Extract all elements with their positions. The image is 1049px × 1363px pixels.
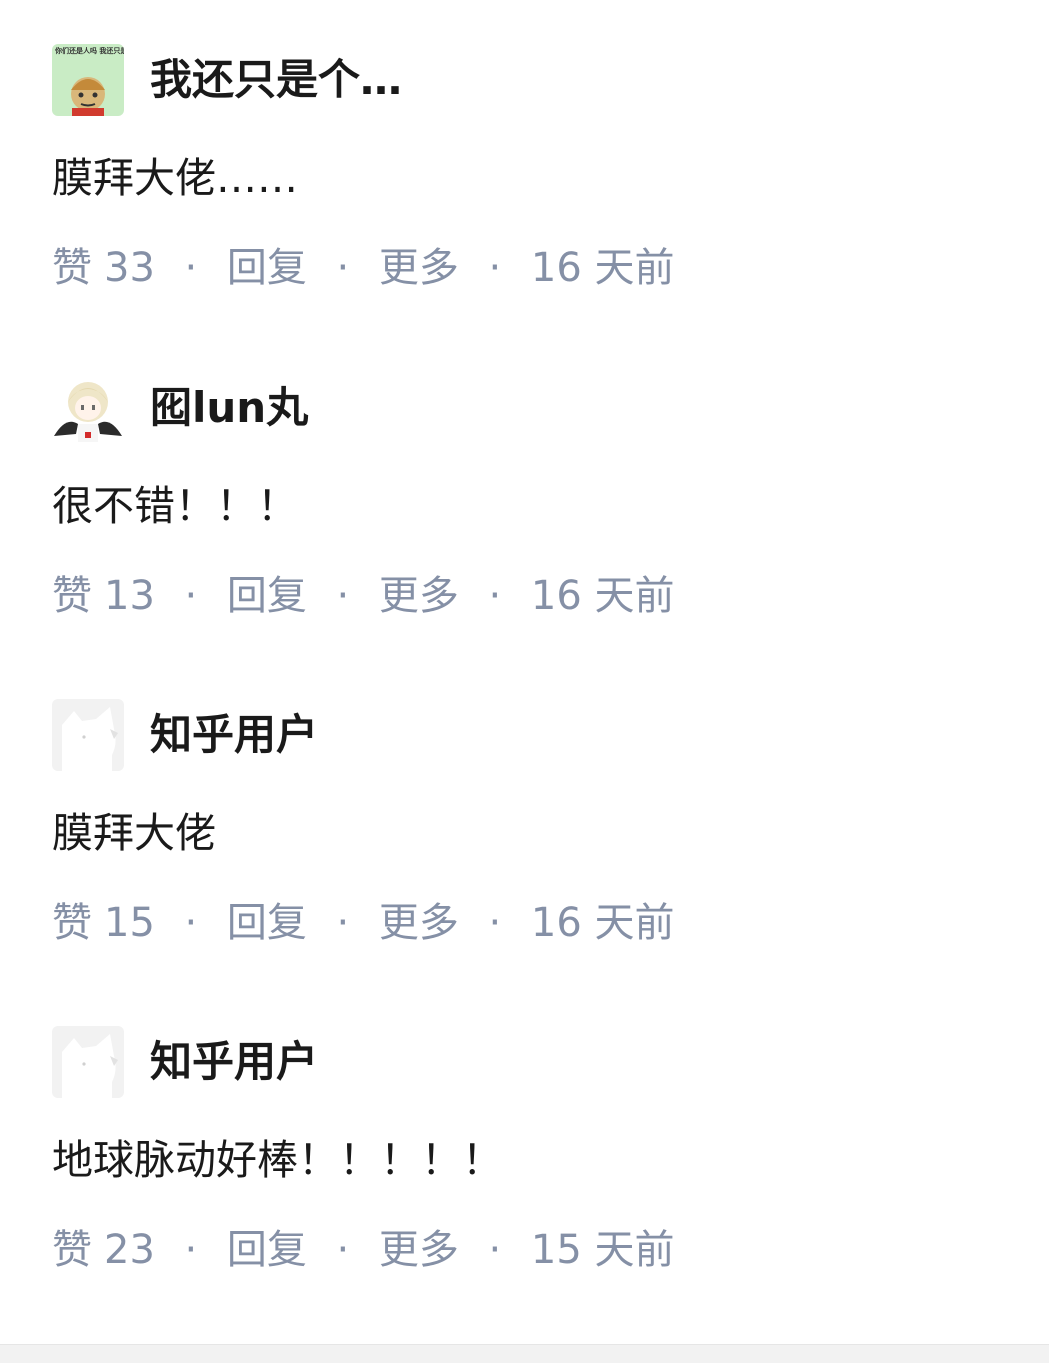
reply-button[interactable]: 回复 [227,1226,307,1274]
more-button[interactable]: 更多 [379,1226,459,1274]
author-name[interactable]: 我还只是个… [150,59,402,101]
comment-time: 16 天前 [530,573,675,619]
author-name[interactable]: 知乎用户 [150,714,318,756]
comment-time: 16 天前 [530,900,675,946]
like-count: 13 [104,573,155,619]
comment-content: 膜拜大佬 [52,809,216,857]
separator-dot: · [184,900,198,946]
like-count: 15 [104,900,155,946]
like-button[interactable]: 赞 33 [52,244,155,292]
separator-dot: · [184,1227,198,1273]
reply-button[interactable]: 回复 [227,572,307,620]
like-count: 23 [104,1227,155,1273]
comment-actions: 赞 15 · 回复 · 更多 · 16 天前 [52,899,675,947]
comment-time: 16 天前 [530,245,675,291]
default-user-avatar[interactable] [52,1026,124,1098]
like-button[interactable]: 赞 15 [52,899,155,947]
separator-dot: · [488,573,502,619]
separator-dot: · [184,573,198,619]
comment-author-row: 知乎用户 [52,1026,318,1098]
separator-dot: · [336,1227,350,1273]
section-divider [0,1344,1049,1363]
comment-time: 15 天前 [530,1227,675,1273]
comment-actions: 赞 33 · 回复 · 更多 · 16 天前 [52,244,675,292]
like-button[interactable]: 赞 13 [52,572,155,620]
separator-dot: · [336,900,350,946]
separator-dot: · [336,245,350,291]
comment-author-row: 你们还是人吗 我还只是个孩子 啊 我还只是个… [52,44,402,116]
comment-author-row: 知乎用户 [52,699,318,771]
anime-angel-avatar[interactable] [52,372,124,444]
meme-face-avatar[interactable]: 你们还是人吗 我还只是个孩子 啊 [52,44,124,116]
comment-actions: 赞 13 · 回复 · 更多 · 16 天前 [52,572,675,620]
like-button[interactable]: 赞 23 [52,1226,155,1274]
separator-dot: · [336,573,350,619]
author-name[interactable]: 知乎用户 [150,1041,318,1083]
comment-author-row: 囮lun丸 [52,372,308,444]
comment-content: 膜拜大佬…… [52,154,298,202]
comment-content: 地球脉动好棒！！！！！ [52,1136,503,1184]
reply-button[interactable]: 回复 [227,244,307,292]
separator-dot: · [488,1227,502,1273]
like-label: 赞 [52,573,92,619]
default-user-avatar[interactable] [52,699,124,771]
like-label: 赞 [52,1227,92,1273]
separator-dot: · [488,900,502,946]
like-count: 33 [104,245,155,291]
svg-text:你们还是人吗 我还只是个孩子 啊: 你们还是人吗 我还只是个孩子 啊 [54,46,124,55]
reply-button[interactable]: 回复 [227,899,307,947]
like-label: 赞 [52,245,92,291]
like-label: 赞 [52,900,92,946]
separator-dot: · [184,245,198,291]
more-button[interactable]: 更多 [379,244,459,292]
comment-content: 很不错！！！ [52,482,298,530]
author-name[interactable]: 囮lun丸 [150,387,308,429]
more-button[interactable]: 更多 [379,572,459,620]
more-button[interactable]: 更多 [379,899,459,947]
comment-actions: 赞 23 · 回复 · 更多 · 15 天前 [52,1226,675,1274]
separator-dot: · [488,245,502,291]
